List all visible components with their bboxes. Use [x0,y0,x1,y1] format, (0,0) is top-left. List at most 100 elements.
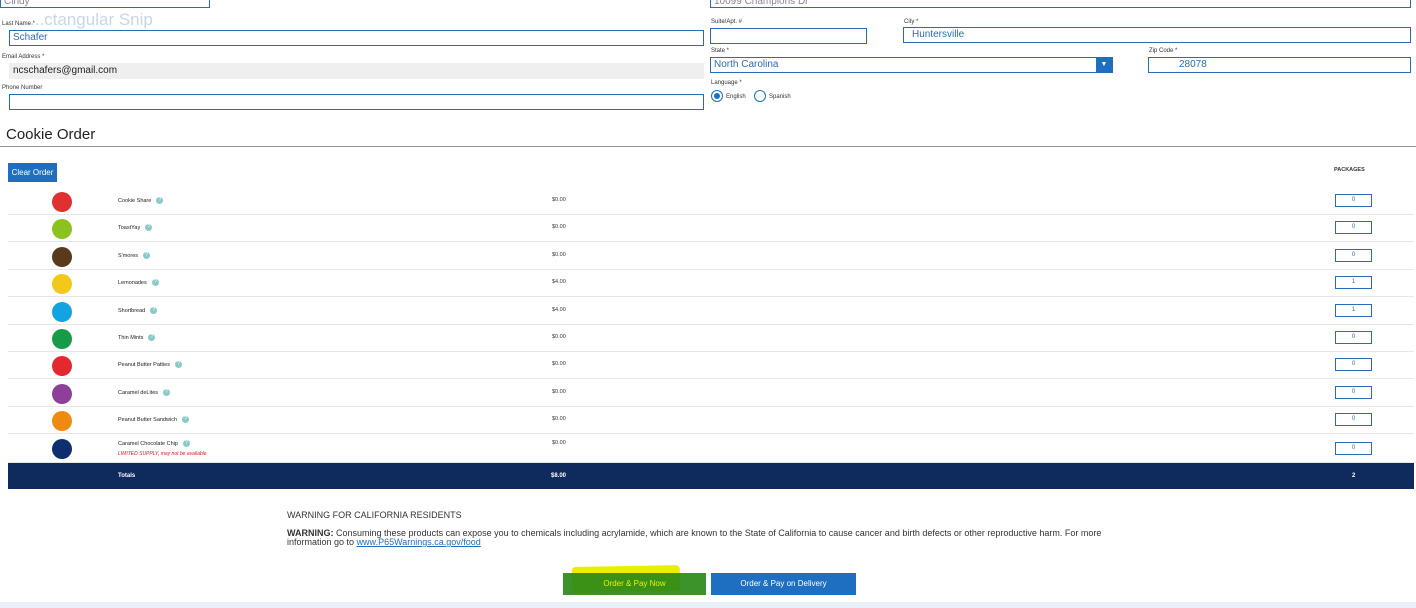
last-name-label: Last Name * [2,21,36,27]
cookie-row: Cookie Share? $0.00 0 [8,188,1414,215]
cookie-row: Lemonades? $4.00 1 [8,270,1414,297]
cookie-row: Caramel Chocolate Chip? LIMITED SUPPLY, m… [8,435,1414,463]
cookie-color-icon [52,219,72,239]
info-icon[interactable]: ? [174,361,182,368]
address-field[interactable]: 10099 Champions Dr [710,0,1411,8]
state-select[interactable]: North Carolina ▼ [710,57,1113,73]
package-quantity-input[interactable]: 0 [1335,331,1372,344]
cookie-color-icon [52,274,72,294]
package-quantity-input[interactable]: 0 [1335,386,1372,399]
info-icon[interactable]: ? [151,279,159,286]
state-label: State * [711,48,730,54]
cookie-row: ToastYay? $0.00 0 [8,215,1414,242]
last-name-field[interactable]: Schafer [9,30,704,46]
info-icon[interactable]: ? [143,252,150,259]
cookie-price: $0.00 [552,440,566,446]
cookie-name-text: Thin Mints [118,334,144,341]
package-quantity-input[interactable]: 0 [1335,221,1372,234]
suite-field[interactable] [710,28,867,44]
package-quantity-input[interactable]: 1 [1335,304,1372,317]
cookie-row: Caramel deLites? $0.00 0 [8,380,1414,407]
cookie-price: $0.00 [552,389,566,395]
cookie-order-title: Cookie Order [6,126,96,143]
language-label: Language * [711,80,742,86]
info-icon[interactable]: ? [182,440,190,447]
email-label: Email Address * [2,54,45,60]
radio-spanish-label: Spanish [769,94,791,100]
snip-overlay-text: ...ctangular Snip [30,10,153,29]
email-field[interactable]: ncschafers@gmail.com [9,63,704,79]
info-icon[interactable]: ? [148,334,156,341]
first-name-field[interactable]: Cindy [0,0,210,8]
city-label: City * [904,19,919,25]
info-icon[interactable]: ? [156,197,164,204]
package-quantity-input[interactable]: 1 [1335,276,1372,289]
cookie-color-icon [52,302,72,322]
cookie-name: ToastYay? [118,224,153,231]
package-quantity-input[interactable]: 0 [1335,358,1372,371]
cookie-name-text: Shortbread [118,307,146,314]
cookie-name-text: Peanut Butter Sandwich [118,416,178,423]
city-field[interactable]: Huntersville [903,27,1411,43]
section-divider [0,146,1416,147]
cookie-color-icon [52,411,72,431]
cookie-price: $0.00 [552,224,566,230]
clear-order-button[interactable]: Clear Order [8,163,57,182]
totals-price: $8.00 [551,473,567,479]
bottom-bar [0,602,1416,608]
cookie-color-icon [52,247,72,267]
limited-supply-note: LIMITED SUPPLY, may not be available [118,451,207,457]
info-icon[interactable]: ? [163,389,171,396]
radio-english[interactable] [711,90,723,102]
cookie-price: $0.00 [552,197,566,203]
zip-field[interactable]: 28078 [1148,57,1411,73]
p65-warnings-link[interactable]: www.P65Warnings.ca.gov/food [357,537,481,547]
cookie-name-text: ToastYay [118,224,141,231]
cookie-name: Lemonades? [118,279,159,286]
cookie-color-icon [52,439,72,459]
cookie-color-icon [52,329,72,349]
order-pay-on-delivery-button[interactable]: Order & Pay on Delivery [711,573,856,595]
cookie-price: $0.00 [552,334,566,340]
cookie-name-text: Caramel Chocolate Chip [118,440,178,447]
cookie-name-text: Lemonades [118,279,147,286]
cookie-color-icon [52,384,72,404]
cookie-name: S'mores? [118,252,150,259]
cookie-name: Caramel deLites? [118,389,171,396]
package-quantity-input[interactable]: 0 [1335,249,1372,262]
info-icon[interactable]: ? [182,416,190,423]
cookie-name-text: Caramel deLites [118,389,159,396]
package-quantity-input[interactable]: 0 [1335,442,1372,455]
cookie-row: Peanut Butter Sandwich? $0.00 0 [8,407,1414,434]
state-value: North Carolina [714,59,779,70]
totals-label: Totals [118,473,136,479]
zip-label: Zip Code * [1149,48,1178,54]
cookie-row: Shortbread? $4.00 1 [8,298,1414,325]
cookie-price: $0.00 [552,416,566,422]
radio-spanish[interactable] [754,90,766,102]
package-quantity-input[interactable]: 0 [1335,413,1372,426]
cookie-row: S'mores? $0.00 0 [8,243,1414,270]
package-quantity-input[interactable]: 0 [1335,194,1372,207]
cookie-price: $0.00 [552,361,566,367]
cookie-name: Thin Mints? [118,334,156,341]
radio-english-label: English [726,94,746,100]
cookie-row: Peanut Butter Patties? $0.00 0 [8,352,1414,379]
info-icon[interactable]: ? [150,307,158,314]
order-pay-now-button[interactable]: Order & Pay Now [563,573,706,595]
chevron-down-icon[interactable]: ▼ [1096,58,1112,72]
warning-text: WARNING: Consuming these products can ex… [287,529,1117,547]
cookie-color-icon [52,192,72,212]
totals-row: Totals $8.00 2 [8,463,1414,489]
cookie-name-text: S'mores [118,252,138,259]
cookie-price: $4.00 [552,279,566,285]
cookie-row: Thin Mints? $0.00 0 [8,325,1414,352]
cookie-price: $0.00 [552,252,566,258]
warning-title: WARNING FOR CALIFORNIA RESIDENTS [287,510,462,520]
phone-field[interactable] [9,94,704,110]
cookie-color-icon [52,356,72,376]
cookie-name-text: Peanut Butter Patties [118,361,170,368]
cookie-name: Peanut Butter Patties? [118,361,182,368]
info-icon[interactable]: ? [145,224,153,231]
cookie-name: Peanut Butter Sandwich? [118,416,190,423]
